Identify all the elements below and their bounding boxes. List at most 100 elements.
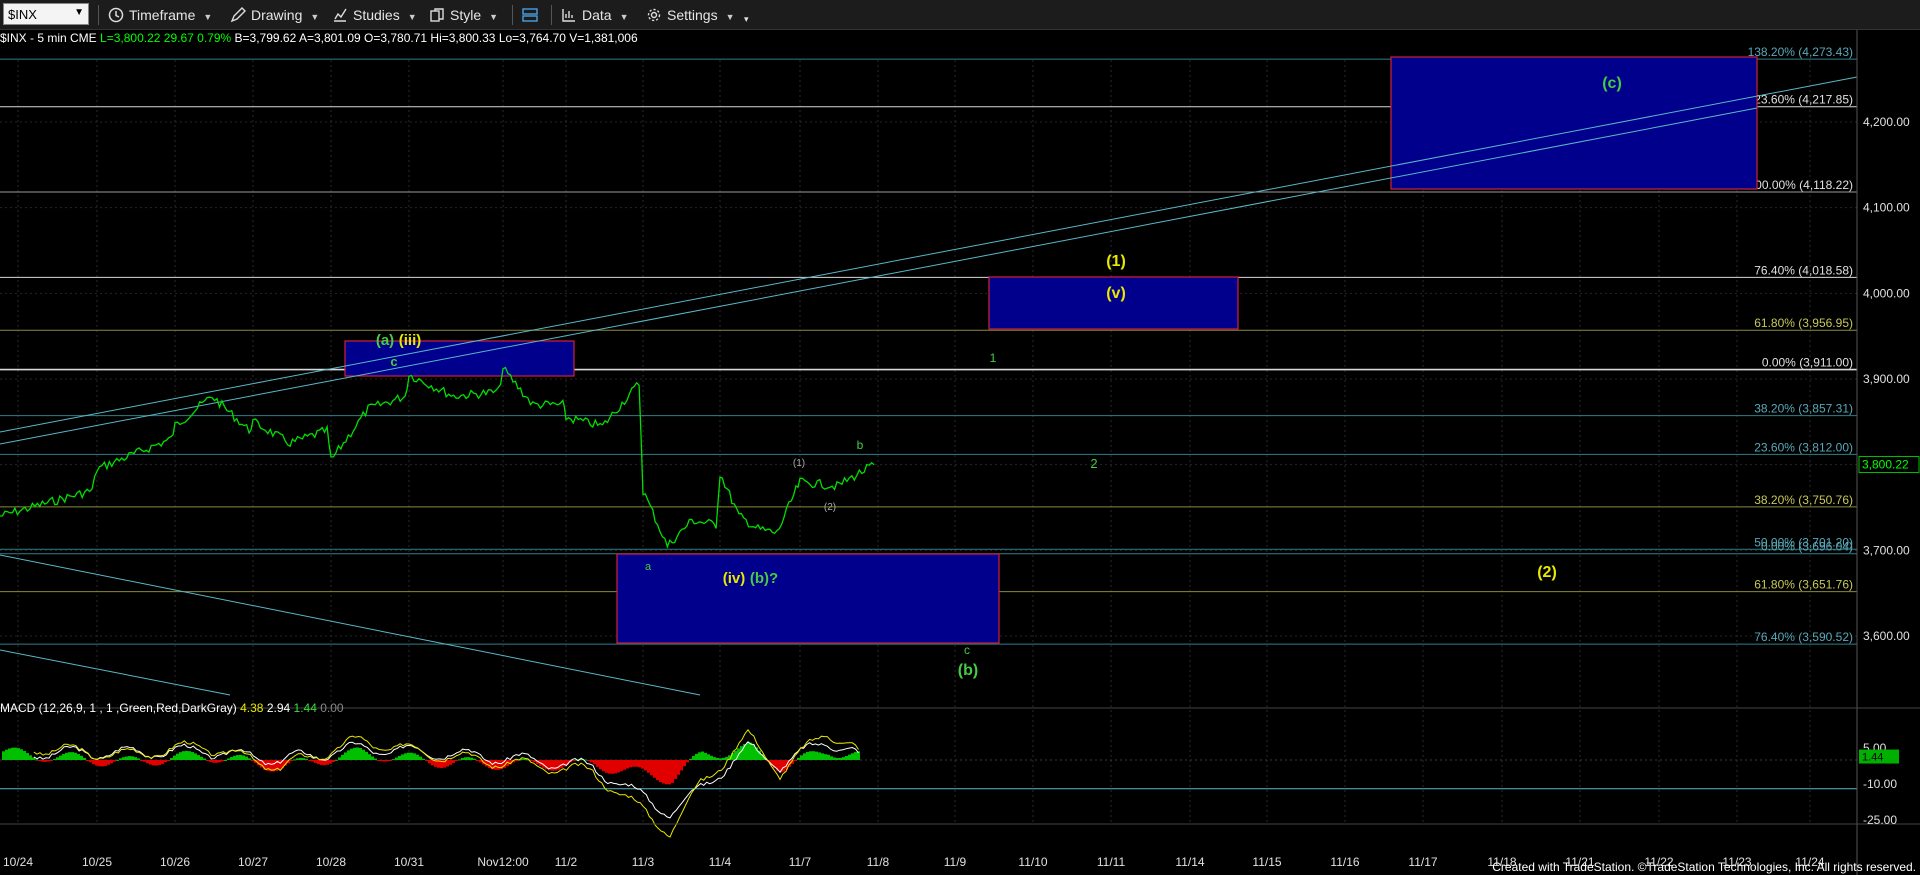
time-tick-label: Nov12:00 [477,855,529,869]
macd-histogram-bar [803,753,806,760]
toolbar-overflow[interactable]: ▾ [744,8,749,30]
layout-button[interactable] [522,4,543,26]
time-tick-label: 11/11 [1097,855,1126,869]
macd-histogram-bar [290,760,293,762]
macd-histogram-bar [2,751,5,760]
macd-histogram-bar [194,753,197,760]
macd-histogram-bar [707,754,710,760]
macd-histogram-bar [659,760,662,783]
macd-histogram-bar [392,759,395,761]
macd-histogram-bar [593,760,596,765]
macd-histogram-bar [461,758,464,760]
macd-histogram-bar [815,751,818,760]
macd-histogram-bar [143,760,146,762]
macd-histogram-bar [845,755,848,760]
wave-label: (2) [1537,564,1557,581]
macd-histogram-bar [602,760,605,772]
trend-line [0,76,1858,433]
macd-histogram-bar [374,758,377,760]
macd-histogram-bar [812,751,815,760]
macd-histogram-bar [101,760,104,767]
macd-histogram-bar [335,759,338,761]
macd-histogram-bar [56,757,59,760]
macd-histogram-bar [701,751,704,760]
macd-histogram-bar [128,756,131,760]
macd-histogram-bar [125,756,128,760]
macd-histogram-bar [314,760,317,763]
macd-histogram-bar [665,760,668,785]
macd-histogram-bar [20,749,23,760]
macd-histogram-bar [206,760,209,761]
macd-histogram-bar [47,760,50,762]
macd-histogram-bar [158,760,161,766]
macd-histogram-bar [635,760,638,767]
macd-histogram-bar [452,760,455,763]
macd-histogram-bar [239,754,242,760]
studies-button[interactable]: Studies ▼ [332,4,417,26]
macd-histogram-bar [221,760,224,762]
time-tick-label: 10/28 [316,855,346,869]
macd-histogram-bar [305,758,308,760]
macd-histogram-bar [746,742,749,760]
symbol-input[interactable]: $INX ▼ [3,3,89,25]
macd-histogram-bar [95,760,98,766]
wave-label: a [645,561,652,573]
macd-histogram-bar [620,760,623,772]
macd-histogram-bar [638,760,641,768]
macd-histogram-bar [671,760,674,783]
macd-histogram-bar [323,760,326,766]
settings-button[interactable]: Settings ▼ [646,4,735,26]
macd-histogram-bar [317,760,320,765]
macd-histogram-bar [848,754,851,760]
macd-zero-value: 0.00 [320,701,344,715]
macd-value-tag: 1.44 [1862,752,1883,764]
drawing-button[interactable]: Drawing ▼ [230,4,319,26]
macd-histogram-bar [623,760,626,770]
macd-histogram-bar [632,760,635,767]
macd-histogram-bar [830,756,833,760]
macd-histogram-bar [668,760,671,785]
macd-histogram-bar [245,756,248,760]
macd-histogram-bar [137,758,140,760]
chart-area[interactable]: 138.20% (4,273.43)123.60% (4,217.85)100.… [0,30,1920,875]
studies-label: Studies [353,7,400,23]
price-series-layer [0,366,875,549]
toolbar-divider [512,5,513,25]
toolbar-divider [98,5,99,25]
macd-histogram-bar [311,760,314,762]
time-tick-label: 10/27 [238,855,268,869]
macd-histogram-bar [557,760,560,770]
style-button[interactable]: Style ▼ [429,4,498,26]
macd-histogram-bar [173,755,176,760]
fib-level-label: 76.40% (4,018.58) [1754,263,1853,277]
data-button[interactable]: Data ▼ [561,4,629,26]
macd-histogram-bar [380,760,383,762]
wave-label: (a) [376,332,394,349]
macd-histogram-bar [344,752,347,760]
trend-line [0,649,231,696]
wave-label: (iv) [723,570,746,587]
macd-histogram-bar [122,757,125,760]
macd-histogram-bar [404,753,407,760]
macd-histogram-bar [197,755,200,760]
macd-histogram-bar [152,760,155,766]
macd-histogram-bar [11,747,14,760]
macd-histogram-bar [683,760,686,767]
macd-histogram-bar [119,758,122,760]
wave-label: (2) [824,502,836,513]
macd-histogram-bar [677,760,680,775]
macd-histogram-bar [110,760,113,764]
macd-histogram-bar [149,760,152,765]
macd-histogram-bar [410,752,413,760]
wave-label: c [964,643,970,657]
chevron-down-icon: ▼ [407,12,417,22]
macd-histogram-bar [824,754,827,760]
macd-histogram-bar [176,753,179,760]
macd-histogram-bar [140,760,143,761]
macd-histogram-bar [650,760,653,776]
macd-histogram-bar [608,760,611,774]
macd-histogram-bar [308,760,311,761]
macd-tick-label: -25.00 [1863,813,1897,827]
timeframe-button[interactable]: Timeframe ▼ [108,4,212,26]
fib-level-label: 38.20% (3,857.31) [1754,402,1853,416]
